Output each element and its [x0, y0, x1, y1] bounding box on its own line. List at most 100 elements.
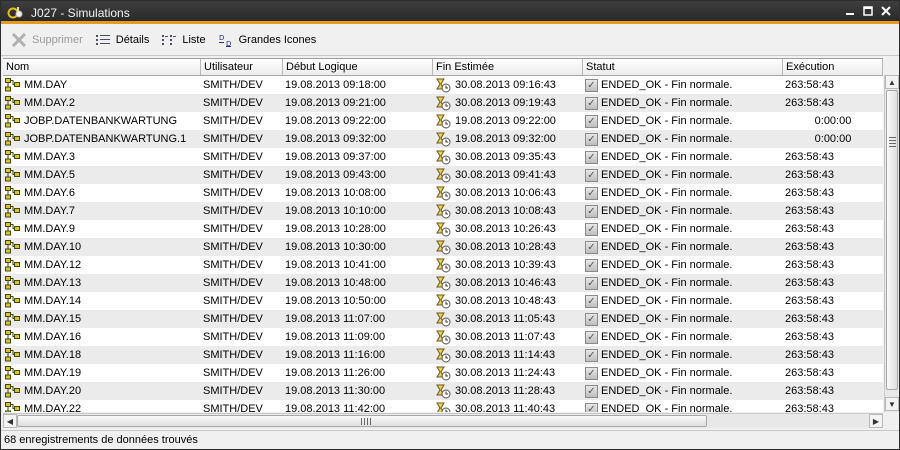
maximize-icon[interactable]: [861, 4, 875, 18]
estimated-end: 30.08.2013 11:05:43: [455, 313, 556, 325]
cell-debut-logique: 19.08.2013 09:43:00: [285, 169, 386, 181]
estimated-end: 30.08.2013 09:41:43: [455, 169, 556, 181]
job-name: MM.DAY.10: [24, 241, 82, 253]
cell-statut: ✓ ENDED_OK - Fin normale.: [583, 184, 783, 202]
cell-fin-estimee: 30.08.2013 09:35:43: [433, 148, 583, 166]
cell-fin-estimee: 30.08.2013 10:39:43: [433, 256, 583, 274]
table-row[interactable]: MM.DAY.14 SMITH/DEV 19.08.2013 10:50:00 30.…: [3, 292, 883, 310]
table-row[interactable]: MM.DAY.13 SMITH/DEV 19.08.2013 10:48:00 30.…: [3, 274, 883, 292]
close-icon[interactable]: [879, 4, 893, 18]
cell-nom: JOBP.DATENBANKWARTUNG.1: [3, 130, 201, 148]
clock-hourglass-icon: [435, 366, 451, 381]
cell-statut: ✓ ENDED_OK - Fin normale.: [583, 274, 783, 292]
cell-execution: 263:58:43: [785, 169, 834, 181]
job-workflow-icon: [5, 258, 21, 272]
scroll-up-icon[interactable]: ▲: [885, 75, 899, 89]
vertical-scrollbar[interactable]: ▲ ▼: [884, 75, 899, 412]
cell-execution: 263:58:43: [785, 403, 834, 412]
cell-statut: ✓ ENDED_OK - Fin normale.: [583, 166, 783, 184]
cell-execution: 263:58:43: [785, 349, 834, 361]
status-text: ENDED_OK - Fin normale.: [601, 241, 733, 253]
table-row[interactable]: MM.DAY.18 SMITH/DEV 19.08.2013 11:16:00 30.…: [3, 346, 883, 364]
table-row[interactable]: MM.DAY.12 SMITH/DEV 19.08.2013 10:41:00 30.…: [3, 256, 883, 274]
cell-debut-logique: 19.08.2013 11:07:00: [285, 313, 386, 325]
estimated-end: 30.08.2013 10:48:43: [455, 295, 556, 307]
table-row[interactable]: MM.DAY.9 SMITH/DEV 19.08.2013 10:28:00 30.0…: [3, 220, 883, 238]
cell-debut-logique: 19.08.2013 10:30:00: [285, 241, 386, 253]
table-row[interactable]: MM.DAY.5 SMITH/DEV 19.08.2013 09:43:00 30.0…: [3, 166, 883, 184]
estimated-end: 30.08.2013 11:40:43: [455, 403, 556, 412]
job-name: JOBP.DATENBANKWARTUNG.1: [24, 133, 187, 145]
cell-fin-estimee: 30.08.2013 10:08:43: [433, 202, 583, 220]
cell-fin-estimee: 30.08.2013 11:14:43: [433, 346, 583, 364]
table-row[interactable]: MM.DAY.19 SMITH/DEV 19.08.2013 11:26:00 30.…: [3, 364, 883, 382]
cell-execution: 263:58:43: [785, 97, 834, 109]
status-text: ENDED_OK - Fin normale.: [601, 385, 733, 397]
simulations-window: J027 - Simulations Supprimer Détails Lis…: [0, 0, 900, 450]
large-icons-button[interactable]: D D Grandes Icones: [218, 33, 316, 48]
delete-button[interactable]: Supprimer: [11, 32, 83, 47]
status-text: ENDED_OK - Fin normale.: [601, 259, 733, 271]
cell-execution: 263:58:43: [785, 205, 834, 217]
job-workflow-icon: [5, 78, 21, 92]
table-row[interactable]: MM.DAY.2 SMITH/DEV 19.08.2013 09:21:00 30.0…: [3, 94, 883, 112]
checkbox-checked-icon: ✓: [585, 258, 598, 272]
clock-hourglass-icon: [435, 240, 451, 255]
grip-line: [889, 146, 896, 147]
table-body: MM.DAY SMITH/DEV 19.08.2013 09:18:00 30.08.…: [3, 76, 883, 412]
cell-utilisateur: SMITH/DEV: [203, 385, 263, 397]
table-row[interactable]: JOBP.DATENBANKWARTUNG.1 SMITH/DEV 19.08.20…: [3, 130, 883, 148]
cell-debut-logique: 19.08.2013 11:42:00: [285, 403, 386, 412]
cell-debut-logique: 19.08.2013 10:10:00: [285, 205, 386, 217]
scroll-left-icon[interactable]: ◀: [3, 414, 17, 428]
estimated-end: 30.08.2013 09:35:43: [455, 151, 556, 163]
cell-statut: ✓ ENDED_OK - Fin normale.: [583, 382, 783, 400]
title-bar[interactable]: J027 - Simulations: [1, 1, 899, 24]
vertical-scroll-thumb[interactable]: [886, 90, 898, 390]
list-view-button[interactable]: Liste: [161, 33, 206, 47]
status-text: ENDED_OK - Fin normale.: [601, 187, 733, 199]
table-row[interactable]: MM.DAY.3 SMITH/DEV 19.08.2013 09:37:00 30.0…: [3, 148, 883, 166]
job-name: MM.DAY.3: [24, 151, 75, 163]
table-row[interactable]: MM.DAY.6 SMITH/DEV 19.08.2013 10:08:00 30.0…: [3, 184, 883, 202]
minimize-icon[interactable]: [843, 4, 857, 18]
table-row[interactable]: MM.DAY SMITH/DEV 19.08.2013 09:18:00 30.08.…: [3, 76, 883, 94]
estimated-end: 30.08.2013 10:39:43: [455, 259, 556, 271]
cell-fin-estimee: 30.08.2013 10:46:43: [433, 274, 583, 292]
clock-hourglass-icon: [435, 312, 451, 327]
cell-execution: 263:58:43: [785, 187, 834, 199]
cell-utilisateur: SMITH/DEV: [203, 259, 263, 271]
details-view-button[interactable]: Détails: [95, 33, 149, 47]
clock-hourglass-icon: [435, 168, 451, 183]
column-header-nom[interactable]: Nom: [3, 59, 201, 75]
column-header-utilisateur[interactable]: Utilisateur: [201, 59, 283, 75]
clock-hourglass-icon: [435, 78, 451, 93]
column-header-debut-logique[interactable]: Début Logique: [283, 59, 433, 75]
table-row[interactable]: MM.DAY.15 SMITH/DEV 19.08.2013 11:07:00 30.…: [3, 310, 883, 328]
cell-utilisateur: SMITH/DEV: [203, 223, 263, 235]
horizontal-scrollbar[interactable]: ◀ ▶: [3, 413, 883, 428]
cell-nom: MM.DAY.2: [3, 94, 201, 112]
table-row[interactable]: MM.DAY.22 SMITH/DEV 19.08.2013 11:42:00 30.…: [3, 400, 883, 412]
table-row[interactable]: MM.DAY.16 SMITH/DEV 19.08.2013 11:09:00 30.…: [3, 328, 883, 346]
table-row[interactable]: MM.DAY.10 SMITH/DEV 19.08.2013 10:30:00 30.…: [3, 238, 883, 256]
column-header-fin-estimee[interactable]: Fin Estimée: [433, 59, 583, 75]
scroll-right-icon[interactable]: ▶: [869, 414, 883, 428]
horizontal-scroll-thumb[interactable]: [17, 415, 707, 427]
checkbox-checked-icon: ✓: [585, 402, 598, 412]
cell-execution: 0:00:00: [814, 133, 852, 145]
table-row[interactable]: MM.DAY.7 SMITH/DEV 19.08.2013 10:10:00 30.0…: [3, 202, 883, 220]
grip-line: [370, 418, 371, 425]
cell-nom: MM.DAY.3: [3, 148, 201, 166]
column-header-statut[interactable]: Statut: [583, 59, 783, 75]
scroll-down-icon[interactable]: ▼: [885, 397, 899, 411]
table-row[interactable]: MM.DAY.20 SMITH/DEV 19.08.2013 11:30:00 30.…: [3, 382, 883, 400]
estimated-end: 30.08.2013 10:06:43: [455, 187, 556, 199]
cell-statut: ✓ ENDED_OK - Fin normale.: [583, 220, 783, 238]
column-header-execution[interactable]: Exécution: [783, 59, 883, 75]
table-row[interactable]: JOBP.DATENBANKWARTUNG SMITH/DEV 19.08.2013…: [3, 112, 883, 130]
toolbar: Supprimer Détails Liste D D Grandes Icon…: [1, 24, 899, 56]
cell-utilisateur: SMITH/DEV: [203, 403, 263, 412]
grip-line: [367, 418, 368, 425]
job-name: MM.DAY.14: [24, 295, 82, 307]
